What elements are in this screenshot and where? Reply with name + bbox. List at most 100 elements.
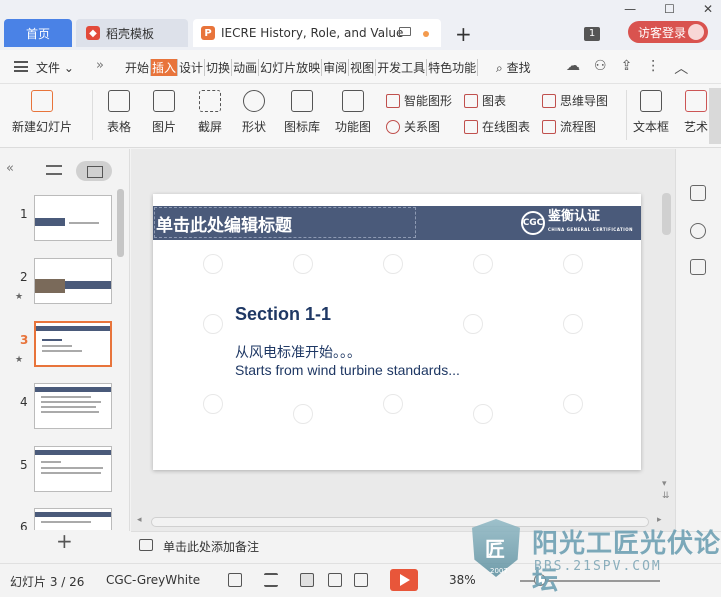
new-slide-button[interactable]: 新建幻灯片 — [10, 90, 74, 135]
ribbon-scroll-right[interactable] — [709, 88, 721, 144]
collapse-ribbon-icon[interactable]: ︿ — [674, 58, 688, 78]
tab-daoke-label: 稻壳模板 — [106, 26, 155, 41]
notes-bar[interactable]: 单击此处添加备注 — [131, 531, 721, 559]
watermark-icon — [203, 314, 223, 334]
maximize-icon[interactable]: ☐ — [664, 2, 675, 16]
slide-thumbnail[interactable]: 4 — [0, 383, 120, 433]
slide-preview — [34, 508, 112, 530]
zoom-slider-knob[interactable] — [534, 574, 546, 586]
screenshot-button[interactable]: 截屏 — [192, 90, 228, 135]
animation-icon[interactable] — [690, 223, 706, 239]
textbox-button[interactable]: 文本框 — [630, 90, 672, 135]
chart-button[interactable]: 图表 — [464, 92, 506, 109]
relation-chart-button[interactable]: 关系图 — [386, 118, 440, 135]
icon-library-button[interactable]: 图标库 — [282, 90, 322, 135]
normal-view-icon[interactable] — [300, 573, 314, 587]
flowchart-button[interactable]: 流程图 — [542, 118, 596, 135]
menu-tab-animation[interactable]: 动画 — [232, 59, 260, 76]
reading-view-icon[interactable] — [354, 573, 368, 587]
menu-icon[interactable] — [14, 61, 28, 72]
slide-sorter-icon[interactable] — [328, 573, 342, 587]
properties-icon[interactable] — [690, 185, 706, 201]
canvas-horizontal-scrollbar[interactable] — [151, 517, 649, 527]
body-text-english[interactable]: Starts from wind turbine standards... — [235, 362, 460, 378]
picture-label: 图片 — [151, 120, 176, 134]
picture-button[interactable]: 图片 — [146, 90, 182, 135]
menu-tab-design[interactable]: 设计 — [178, 59, 206, 76]
cloud-sync-icon[interactable]: ☁ — [566, 58, 580, 78]
tab-home[interactable]: 首页 — [4, 19, 72, 47]
minimize-icon[interactable]: — — [624, 2, 636, 16]
smart-shape-button[interactable]: 智能图形 — [386, 92, 452, 109]
tab-daoke-templates[interactable]: ◆ 稻壳模板 — [76, 19, 188, 47]
slide-number: 1 — [20, 207, 28, 221]
canvas-vertical-scrollbar[interactable] — [662, 193, 671, 235]
slide-thumbnail[interactable]: 5 — [0, 446, 120, 496]
chevron-down-icon: ⌄ — [63, 61, 74, 75]
menu-tab-developer[interactable]: 开发工具 — [376, 59, 428, 76]
online-chart-button[interactable]: 在线图表 — [464, 118, 530, 135]
monitor-icon[interactable] — [399, 27, 411, 36]
function-chart-button[interactable]: 功能图 — [330, 90, 376, 135]
cube-icon[interactable] — [228, 573, 242, 587]
function-chart-label: 功能图 — [334, 120, 371, 134]
slide-thumbnail[interactable]: 2 ★ — [0, 258, 120, 308]
scroll-left-icon[interactable]: ◂ — [137, 515, 142, 525]
outline-view-icon[interactable] — [46, 165, 62, 175]
window-controls: — ☐ ✕ — [624, 2, 713, 16]
smart-shape-label: 智能图形 — [404, 94, 453, 108]
more-icon[interactable]: ⋮ — [646, 58, 660, 78]
theme-name[interactable]: CGC-GreyWhite — [106, 573, 200, 587]
share-user-icon[interactable]: ⚇ — [594, 58, 607, 78]
cgc-logo-subtitle: CHINA GENERAL CERTIFICATION — [547, 227, 633, 232]
search-button[interactable]: ⌕ 查找 — [496, 59, 531, 76]
double-chevron-right-icon[interactable]: » — [96, 58, 104, 73]
menu-tab-start[interactable]: 开始 — [124, 59, 152, 76]
avatar-icon — [688, 24, 704, 40]
mindmap-button[interactable]: 思维导图 — [542, 92, 608, 109]
thumbnail-view-toggle[interactable] — [76, 161, 112, 181]
picture-icon — [153, 90, 175, 112]
notes-toggle-icon[interactable] — [264, 573, 278, 587]
slide[interactable]: 单击此处编辑标题 CGC 鉴衡认证 CHINA GENERAL CERTIFICA… — [153, 194, 641, 470]
export-icon[interactable]: ⇪ — [621, 58, 633, 78]
menu-tab-transition[interactable]: 切换 — [205, 59, 233, 76]
zoom-level[interactable]: 38% — [449, 573, 476, 587]
guest-login-button[interactable]: 访客登录 — [628, 21, 708, 43]
slide-title-placeholder[interactable]: 单击此处编辑标题 — [156, 211, 292, 236]
slide-thumbnail[interactable]: 1 — [0, 195, 120, 245]
window-count-badge[interactable]: 1 — [584, 27, 600, 41]
table-button[interactable]: 表格 — [102, 90, 136, 135]
body-text-chinese[interactable]: 从风电标准开始。。。 — [235, 342, 361, 362]
section-heading[interactable]: Section 1-1 — [235, 304, 331, 325]
add-slide-button[interactable]: + — [56, 529, 73, 553]
menu-tab-review[interactable]: 审阅 — [322, 59, 350, 76]
shape-button[interactable]: 形状 — [236, 90, 272, 135]
scroll-right-icon[interactable]: ▸ — [657, 515, 662, 525]
collapse-panel-icon[interactable]: « — [6, 161, 14, 176]
textbox-icon — [640, 90, 662, 112]
file-menu[interactable]: 文件 ⌄ — [36, 59, 74, 76]
ribbon-tabs: 开始 插入 设计 切换 动画 幻灯片放映 审阅 视图 开发工具 特色功能 — [124, 59, 479, 76]
slide-thumbnail-current[interactable]: 3 ★ — [0, 321, 120, 371]
close-icon[interactable]: ✕ — [703, 2, 713, 16]
menu-tab-view[interactable]: 视图 — [349, 59, 377, 76]
scroll-to-bottom-icon[interactable]: ⇊ — [662, 491, 670, 501]
menu-tab-features[interactable]: 特色功能 — [427, 59, 479, 76]
slide-count: 幻灯片 3 / 26 — [10, 575, 85, 589]
notes-placeholder[interactable]: 单击此处添加备注 — [163, 538, 259, 555]
menu-tab-slideshow[interactable]: 幻灯片放映 — [259, 59, 323, 76]
slide-thumbnail[interactable]: 6 — [0, 508, 120, 530]
menu-tab-insert[interactable]: 插入 — [151, 59, 179, 76]
wordart-button[interactable]: 艺术 — [684, 90, 708, 135]
thumbnail-scrollbar[interactable] — [117, 189, 124, 257]
play-slideshow-button[interactable] — [390, 569, 418, 591]
scroll-down-icon[interactable]: ▾ — [662, 479, 667, 489]
search-icon: ⌕ — [496, 61, 503, 75]
chart-icon — [464, 93, 478, 108]
tab-document[interactable]: P IECRE History, Role, and Value — [193, 19, 441, 47]
transition-icon[interactable] — [690, 259, 706, 275]
watermark-icon — [383, 254, 403, 274]
new-tab-button[interactable]: + — [455, 22, 472, 46]
notes-icon — [139, 539, 153, 551]
